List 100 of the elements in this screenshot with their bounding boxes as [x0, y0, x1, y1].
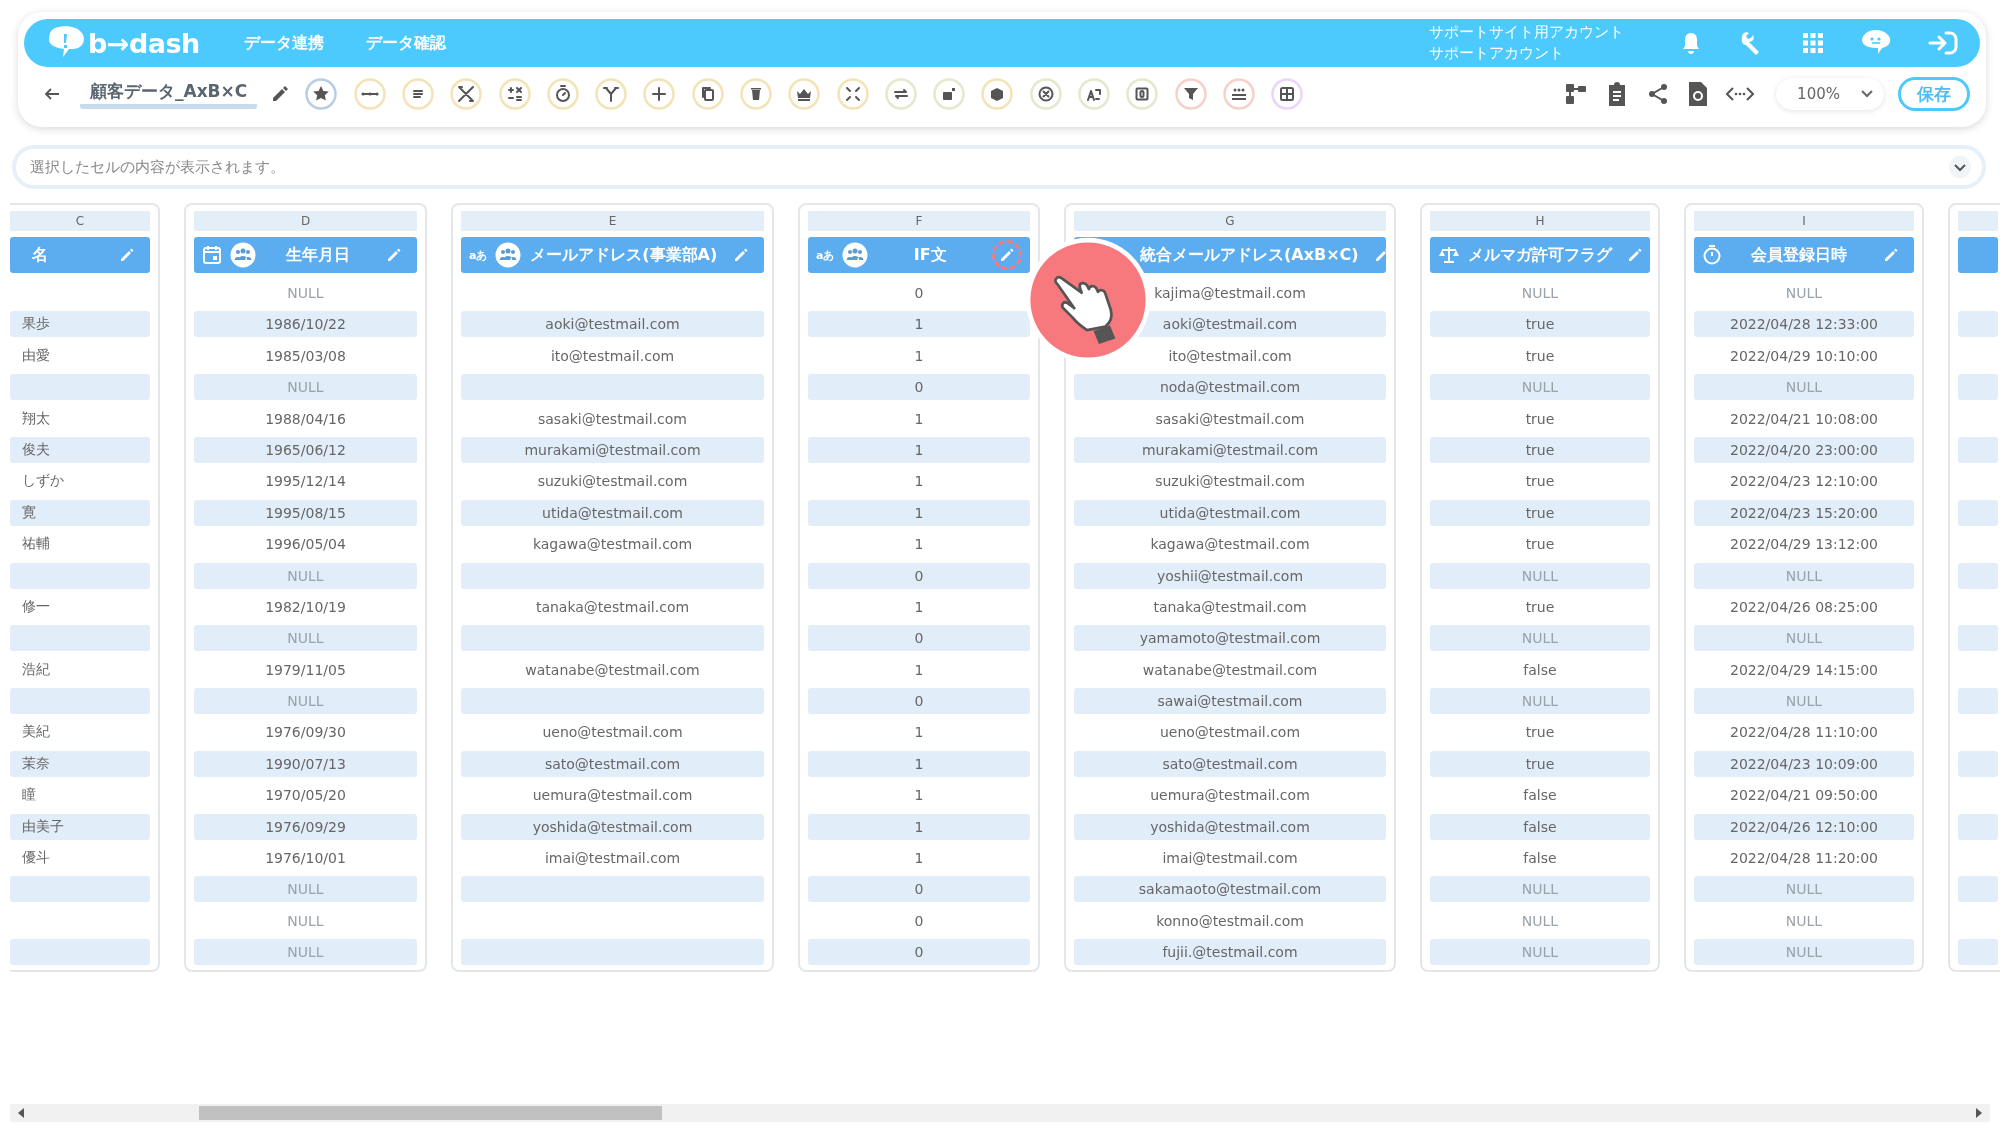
table-cell[interactable]: 0 — [808, 625, 1030, 652]
table-cell[interactable] — [10, 625, 150, 652]
table-cell[interactable]: NULL — [1430, 907, 1650, 934]
table-cell[interactable]: 1996/05/04 — [194, 531, 417, 558]
table-cell[interactable]: ito@testmail.com — [461, 342, 764, 369]
table-cell[interactable]: NULL — [194, 280, 417, 306]
table-cell[interactable]: true — [1430, 750, 1650, 777]
table-cell[interactable]: 0 — [808, 939, 1030, 966]
share-icon[interactable] — [1646, 82, 1670, 106]
table-cell[interactable]: imai@testmail.com — [1074, 845, 1386, 872]
table-cell[interactable]: true — [1430, 342, 1650, 369]
table-cell[interactable]: 1995/12/14 — [194, 468, 417, 495]
table-cell[interactable]: true — [1430, 436, 1650, 463]
table-cell[interactable]: 1 — [808, 468, 1030, 495]
grid-tool-icon[interactable] — [1271, 78, 1304, 110]
table-cell[interactable]: watanabe@testmail.com — [461, 656, 764, 683]
table-cell[interactable]: ueno@testmail.com — [461, 719, 764, 746]
translate-tool-icon[interactable] — [1078, 78, 1111, 110]
table-cell[interactable]: 2022/04/26 12:10:00 — [1694, 813, 1914, 840]
table-cell[interactable]: 1970/05/20 — [194, 782, 417, 809]
table-cell[interactable]: kagawa@testmail.com — [1074, 531, 1386, 558]
file-refresh-icon[interactable] — [1688, 81, 1708, 107]
table-cell[interactable]: NULL — [194, 907, 417, 934]
crown-tool-icon[interactable] — [788, 78, 821, 110]
table-cell[interactable]: fujii.@testmail.com — [1074, 939, 1386, 966]
table-cell[interactable]: 1 — [808, 436, 1030, 463]
table-cell[interactable]: sasaki@testmail.com — [1074, 405, 1386, 432]
tools-tool-icon[interactable] — [450, 78, 483, 110]
table-cell[interactable]: 0 — [808, 688, 1030, 715]
table-cell[interactable]: 1965/06/12 — [194, 436, 417, 463]
column-letter[interactable]: F — [808, 211, 1030, 231]
table-cell[interactable] — [1958, 436, 1998, 463]
table-cell[interactable]: 1 — [808, 405, 1030, 432]
table-cell[interactable] — [10, 939, 150, 966]
column-letter[interactable]: E — [461, 211, 764, 231]
table-cell[interactable] — [1958, 750, 1998, 777]
group-tool-icon[interactable] — [1222, 78, 1255, 110]
table-cell[interactable]: sato@testmail.com — [461, 750, 764, 777]
table-cell[interactable] — [461, 939, 764, 966]
table-cell[interactable]: 2022/04/29 13:12:00 — [1694, 531, 1914, 558]
table-cell[interactable] — [1958, 499, 1998, 526]
horizontal-scrollbar[interactable] — [10, 1104, 1990, 1122]
table-cell[interactable]: 1 — [808, 342, 1030, 369]
table-cell[interactable]: suzuki@testmail.com — [1074, 468, 1386, 495]
table-cell[interactable] — [10, 374, 150, 401]
table-cell[interactable]: 1 — [808, 782, 1030, 809]
table-cell[interactable]: 2022/04/23 10:09:00 — [1694, 750, 1914, 777]
pencil-icon[interactable] — [271, 85, 290, 103]
table-cell[interactable]: false — [1430, 656, 1650, 683]
table-cell[interactable]: yoshida@testmail.com — [1074, 813, 1386, 840]
sign-in-icon[interactable] — [1928, 30, 1958, 56]
branch-tool-icon[interactable] — [595, 78, 628, 110]
table-cell[interactable]: 茉奈 — [10, 750, 150, 777]
table-cell[interactable]: 1 — [808, 531, 1030, 558]
table-cell[interactable]: 1988/04/16 — [194, 405, 417, 432]
flow-diagram-icon[interactable] — [1564, 82, 1588, 106]
chevron-down-icon[interactable] — [1948, 155, 1972, 179]
table-cell[interactable]: sawai@testmail.com — [1074, 688, 1386, 715]
cell-content-field[interactable]: 選択したセルの内容が表示されます。 — [12, 145, 1986, 189]
table-cell[interactable]: 1976/09/29 — [194, 813, 417, 840]
table-cell[interactable]: しずか — [10, 468, 150, 495]
table-cell[interactable]: 由愛 — [10, 342, 150, 369]
table-cell[interactable]: 1985/03/08 — [194, 342, 417, 369]
table-cell[interactable]: true — [1430, 593, 1650, 620]
table-cell[interactable]: true — [1430, 311, 1650, 338]
table-cell[interactable]: sakamaoto@testmail.com — [1074, 876, 1386, 903]
table-cell[interactable]: 浩紀 — [10, 656, 150, 683]
table-cell[interactable]: 1976/10/01 — [194, 845, 417, 872]
table-cell[interactable]: 1 — [808, 499, 1030, 526]
table-cell[interactable]: true — [1430, 405, 1650, 432]
table-cell[interactable]: aoki@testmail.com — [461, 311, 764, 338]
compress-tool-icon[interactable] — [836, 78, 869, 110]
table-cell[interactable] — [1958, 813, 1998, 840]
table-cell[interactable]: yoshii@testmail.com — [1074, 562, 1386, 589]
table-cell[interactable]: suzuki@testmail.com — [461, 468, 764, 495]
column-letter[interactable]: I — [1694, 211, 1914, 231]
table-cell[interactable]: 1990/07/13 — [194, 750, 417, 777]
table-cell[interactable]: false — [1430, 813, 1650, 840]
cancel-tool-icon[interactable] — [1029, 78, 1062, 110]
table-cell[interactable]: 1982/10/19 — [194, 593, 417, 620]
table-cell[interactable]: 俊夫 — [10, 436, 150, 463]
table-cell[interactable]: 祐輔 — [10, 531, 150, 558]
table-cell[interactable]: 2022/04/28 12:33:00 — [1694, 311, 1914, 338]
column-letter[interactable]: H — [1430, 211, 1650, 231]
table-cell[interactable] — [461, 688, 764, 715]
column-letter[interactable]: C — [10, 211, 150, 231]
table-cell[interactable]: 1986/10/22 — [194, 311, 417, 338]
table-cell[interactable]: false — [1430, 845, 1650, 872]
table-cell[interactable]: 0 — [808, 374, 1030, 401]
table-cell[interactable]: true — [1430, 468, 1650, 495]
calc-tool-icon[interactable] — [498, 78, 531, 110]
table-cell[interactable]: 果歩 — [10, 311, 150, 338]
table-cell[interactable]: 1 — [808, 593, 1030, 620]
table-cell[interactable]: 1 — [808, 750, 1030, 777]
join-tool-icon[interactable] — [353, 78, 386, 110]
table-cell[interactable]: 2022/04/21 10:08:00 — [1694, 405, 1914, 432]
trash-tool-icon[interactable] — [740, 78, 772, 110]
table-cell[interactable] — [461, 562, 764, 589]
bell-icon[interactable] — [1680, 31, 1702, 55]
table-cell[interactable]: 2022/04/21 09:50:00 — [1694, 782, 1914, 809]
